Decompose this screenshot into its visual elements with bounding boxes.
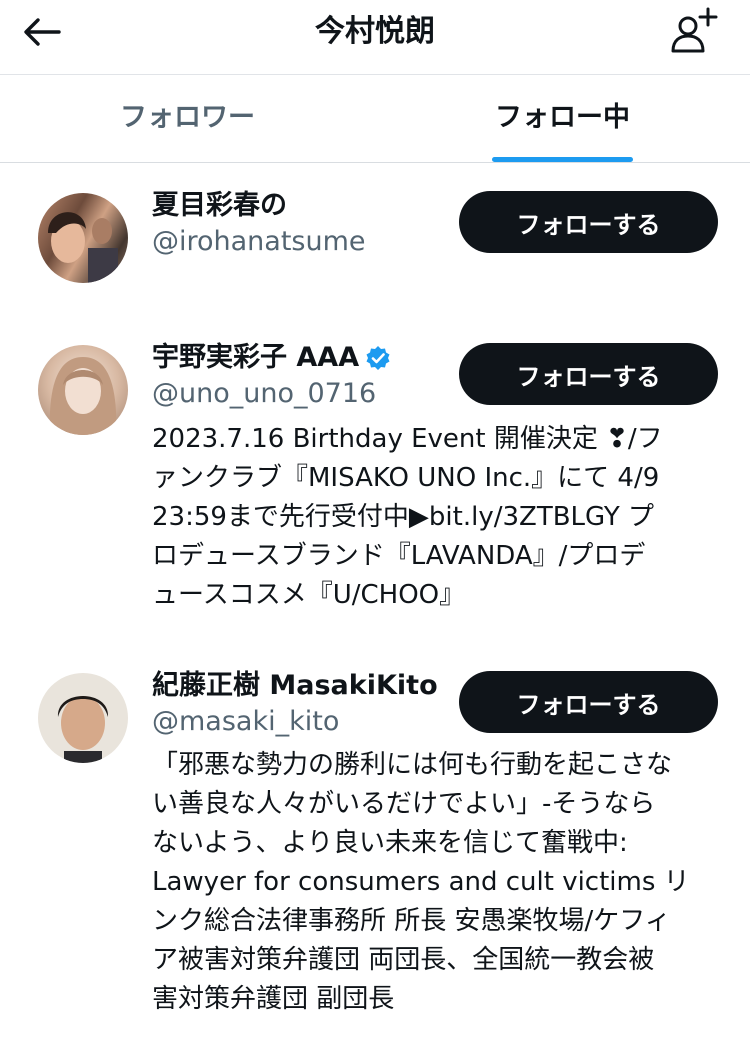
user-cell[interactable]: 夏目彩春の @irohanatsume フォローする [0,163,750,303]
bio-line: Lawyer for consumers and cult victims リ [152,867,690,897]
avatar[interactable] [38,673,128,763]
avatar-image [57,696,109,763]
bio-line: ア被害対策弁護団 両団長、全国統一教会被 [152,945,655,975]
follow-button[interactable]: フォローする [459,191,718,253]
user-name: 宇野実彩子 AAA [152,342,360,373]
bio-line: 害対策弁護団 副団長 [152,984,395,1014]
tab-followers[interactable]: フォロワー [0,75,375,161]
user-handle: @uno_uno_0716 [152,378,377,409]
avatar[interactable] [38,193,128,283]
bio-line: い善良な人々がいるだけでよい」-そうなら [152,789,656,819]
avatar-image [49,357,117,435]
page-title: 今村悦朗 [315,14,435,49]
bio-line: 「邪悪な勢力の勝利には何も行動を起こさな [152,750,673,780]
user-handle: @masaki_kito [152,706,340,737]
bio-line: ァンクラブ『MISAKO UNO Inc.』にて 4/9 [152,463,660,493]
user-name: 夏目彩春の [152,190,287,221]
follow-button[interactable]: フォローする [459,671,718,733]
user-cell[interactable]: 紀藤正樹 MasakiKito @masaki_kito フォローする 「邪悪な… [0,643,750,1043]
tab-bar: フォロワー フォロー中 [0,75,750,163]
bio-line: ロデュースブランド『LAVANDA』/プロデ [152,541,646,571]
active-tab-indicator [492,157,633,162]
top-bar: 今村悦朗 [0,0,750,75]
tab-following[interactable]: フォロー中 [375,75,750,161]
bio-line: ュースコスメ『U/CHOO』 [152,580,466,610]
add-person-icon [671,7,718,53]
bio-line: ンク総合法律事務所 所長 安愚楽牧場/ケフィ [152,906,671,936]
avatar[interactable] [38,345,128,435]
user-handle: @irohanatsume [152,226,366,257]
user-bio: 「邪悪な勢力の勝利には何も行動を起こさな い善良な人々がいるだけでよい」-そうな… [152,746,724,1019]
verified-badge-icon [366,346,390,370]
follow-button[interactable]: フォローする [459,343,718,405]
add-person-button[interactable] [670,6,722,56]
user-cell[interactable]: 宇野実彩子 AAA @uno_uno_0716 フォローする 2023.7.16… [0,315,750,635]
bio-line[interactable]: 23:59まで先行受付中▶bit.ly/3ZTBLGY プ [152,498,722,537]
user-bio: 2023.7.16 Birthday Event 開催決定 ❣/フ ァンクラブ『… [152,420,722,615]
user-name: 紀藤正樹 MasakiKito [152,670,438,701]
avatar-image [48,212,118,283]
bio-line: 2023.7.16 Birthday Event 開催決定 ❣/フ [152,424,663,454]
user-name-row: 宇野実彩子 AAA [152,341,391,375]
bio-line: ないよう、より良い未来を信じて奮戦中: [152,828,628,858]
